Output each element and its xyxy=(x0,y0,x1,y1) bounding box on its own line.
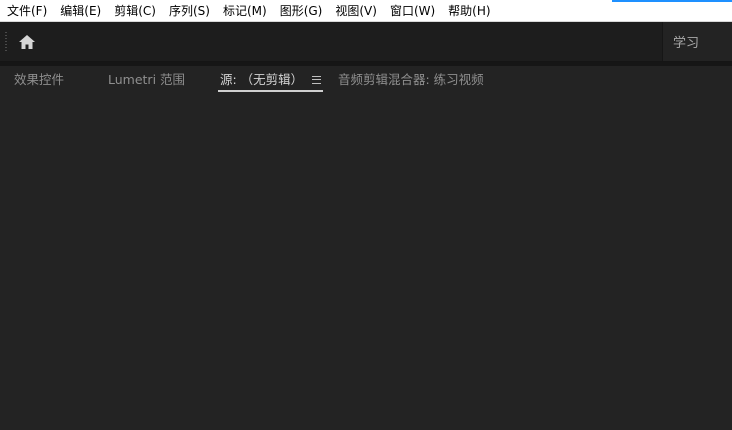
tab-audio-clip-mixer[interactable]: 音频剪辑混合器: 练习视频 xyxy=(338,70,484,90)
tab-label: 源: （无剪辑） xyxy=(220,72,304,87)
active-tab-indicator xyxy=(218,90,324,92)
hamburger-menu-icon[interactable] xyxy=(312,75,322,84)
home-button[interactable] xyxy=(16,31,38,53)
workspace-header: 学习 xyxy=(0,22,732,62)
tab-label: Lumetri 范围 xyxy=(108,72,186,87)
tab-source[interactable]: 源: （无剪辑） xyxy=(218,70,324,92)
menu-clip[interactable]: 剪辑(C) xyxy=(107,0,162,22)
title-accent-bar xyxy=(612,0,732,2)
source-panel-group: 效果控件 Lumetri 范围 源: （无剪辑） 音频剪辑混合器: 练习视频 xyxy=(0,66,732,430)
menu-view[interactable]: 视图(V) xyxy=(328,0,383,22)
workspace-tab-learn[interactable]: 学习 xyxy=(662,22,732,61)
menu-file[interactable]: 文件(F) xyxy=(0,0,53,22)
tab-label: 音频剪辑混合器: 练习视频 xyxy=(338,72,484,87)
menu-edit[interactable]: 编辑(E) xyxy=(53,0,107,22)
tab-effect-controls[interactable]: 效果控件 xyxy=(14,70,64,90)
app-window: 文件(F) 编辑(E) 剪辑(C) 序列(S) 标记(M) 图形(G) 视图(V… xyxy=(0,0,732,430)
menu-markers[interactable]: 标记(M) xyxy=(216,0,273,22)
menu-window[interactable]: 窗口(W) xyxy=(383,0,441,22)
workspace-tab-label: 学习 xyxy=(673,36,700,51)
menu-graphics[interactable]: 图形(G) xyxy=(273,0,329,22)
menu-bar: 文件(F) 编辑(E) 剪辑(C) 序列(S) 标记(M) 图形(G) 视图(V… xyxy=(0,0,732,22)
tab-label: 效果控件 xyxy=(14,72,65,87)
panel-tabs: 效果控件 Lumetri 范围 源: （无剪辑） 音频剪辑混合器: 练习视频 xyxy=(0,66,732,94)
menu-sequence[interactable]: 序列(S) xyxy=(162,0,216,22)
tab-lumetri-scopes[interactable]: Lumetri 范围 xyxy=(108,70,185,90)
home-icon xyxy=(19,35,35,49)
source-monitor-area[interactable] xyxy=(0,94,732,430)
drag-grip-icon[interactable] xyxy=(5,32,7,52)
menu-help[interactable]: 帮助(H) xyxy=(441,0,496,22)
